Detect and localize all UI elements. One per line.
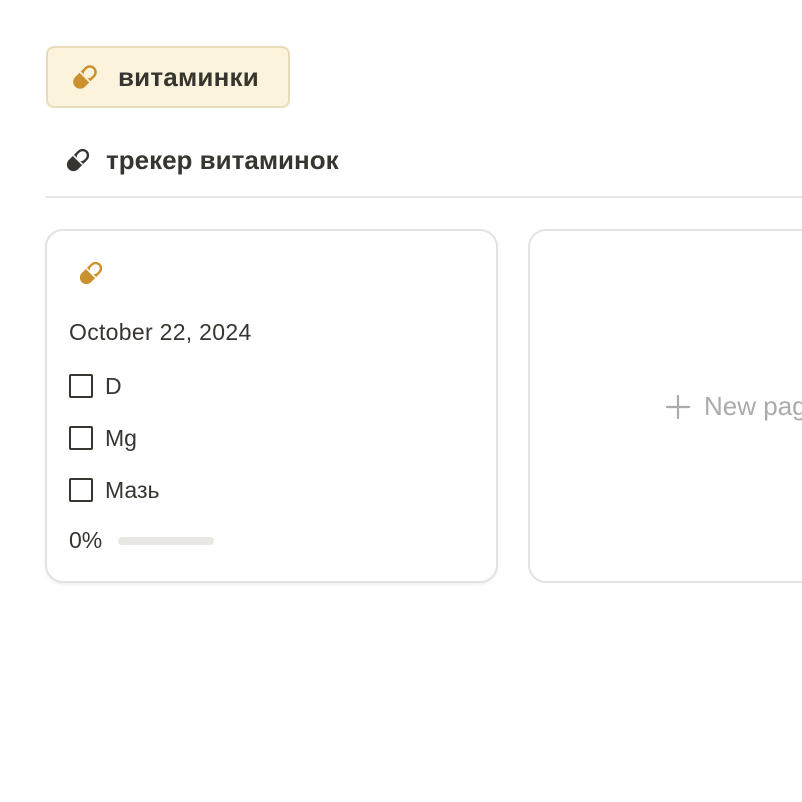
checkbox[interactable]: [69, 374, 93, 398]
checklist-item-mg: Mg: [69, 423, 137, 453]
view-tab-label: трекер витаминок: [106, 144, 339, 175]
new-page-card[interactable]: New page: [528, 229, 802, 583]
checklist-item-d: D: [69, 371, 122, 401]
checkbox[interactable]: [69, 478, 93, 502]
progress-percent: 0%: [69, 527, 103, 553]
progress: 0%: [69, 527, 215, 554]
pill-icon: [66, 148, 90, 172]
checklist-label: D: [105, 372, 122, 399]
tag-chip[interactable]: витаминки: [46, 46, 290, 108]
checklist-label: Мазь: [105, 476, 160, 503]
card-date: October 22, 2024: [69, 319, 252, 345]
gallery-card[interactable]: October 22, 2024 D Mg Мазь 0%: [45, 229, 498, 583]
progress-bar: [118, 536, 215, 545]
pill-icon: [79, 261, 103, 285]
tag-label: витаминки: [118, 61, 259, 92]
new-page-label: New page: [704, 391, 802, 421]
new-page-button[interactable]: New page: [664, 391, 802, 422]
checklist-label: Mg: [105, 424, 137, 451]
checkbox[interactable]: [69, 426, 93, 450]
board-view: витаминки трекер витаминок October 22, 2…: [0, 0, 802, 802]
checklist-item-maz: Мазь: [69, 475, 159, 505]
plus-icon: [665, 394, 691, 419]
header-divider: [46, 196, 802, 198]
pill-icon: [73, 65, 97, 89]
view-tab-tracker[interactable]: трекер витаминок: [62, 140, 339, 180]
